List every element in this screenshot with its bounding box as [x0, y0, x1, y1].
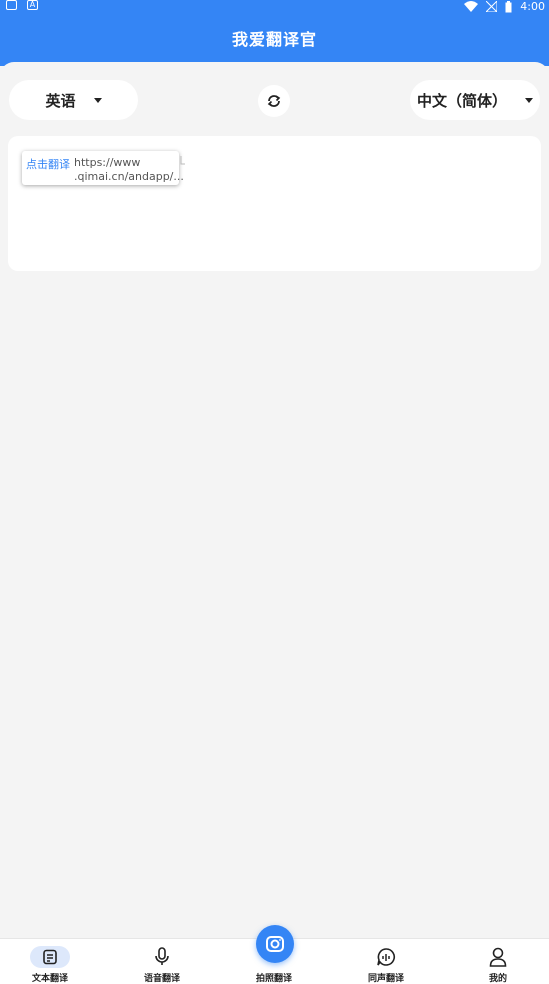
keyboard-icon: A — [27, 0, 38, 10]
popup-edge-icon — [180, 156, 185, 165]
app-bar: 我爱翻译官 — [0, 14, 549, 66]
clock: 4:00 — [520, 0, 545, 13]
no-signal-icon — [486, 1, 498, 12]
microphone-icon — [155, 947, 169, 965]
nav-text-translate[interactable]: 文本翻译 — [10, 939, 90, 984]
page-title: 我爱翻译官 — [231, 30, 317, 49]
simultaneous-icon — [377, 948, 395, 966]
document-icon — [43, 949, 57, 965]
swap-language-button[interactable] — [258, 85, 290, 117]
target-language-label: 中文（简体） — [416, 91, 507, 110]
click-translate-button[interactable]: 点击翻译 — [26, 156, 70, 172]
nav-label: 我的 — [488, 974, 507, 984]
source-language-label: 英语 — [45, 91, 76, 110]
user-icon — [489, 947, 507, 967]
swap-icon — [267, 95, 281, 107]
nav-label: 语音翻译 — [143, 974, 180, 984]
camera-button[interactable] — [256, 925, 294, 963]
nav-profile[interactable]: 我的 — [458, 939, 538, 984]
nav-voice-translate[interactable]: 语音翻译 — [122, 939, 202, 984]
notification-icon — [6, 0, 17, 10]
source-language-select[interactable]: 英语 — [9, 80, 138, 120]
battery-icon — [505, 0, 512, 12]
target-language-select[interactable]: 中文（简体） — [410, 80, 540, 120]
clipboard-popup: 点击翻译 https://www .qimai.cn/andapp/... — [22, 151, 184, 185]
caret-down-icon — [525, 97, 533, 103]
nav-label: 文本翻译 — [31, 974, 68, 984]
clipboard-url-line2: .qimai.cn/andapp/... — [74, 170, 184, 183]
status-bar: A 4:00 — [0, 0, 549, 14]
camera-icon — [266, 936, 284, 952]
nav-label: 拍照翻译 — [255, 974, 292, 984]
caret-down-icon — [93, 97, 102, 103]
clipboard-url-line1: https://www — [74, 156, 141, 169]
nav-simultaneous-translate[interactable]: 同声翻译 — [346, 939, 426, 984]
nav-active-indicator — [30, 946, 70, 968]
nav-label: 同声翻译 — [367, 974, 404, 984]
wifi-icon — [464, 1, 479, 12]
